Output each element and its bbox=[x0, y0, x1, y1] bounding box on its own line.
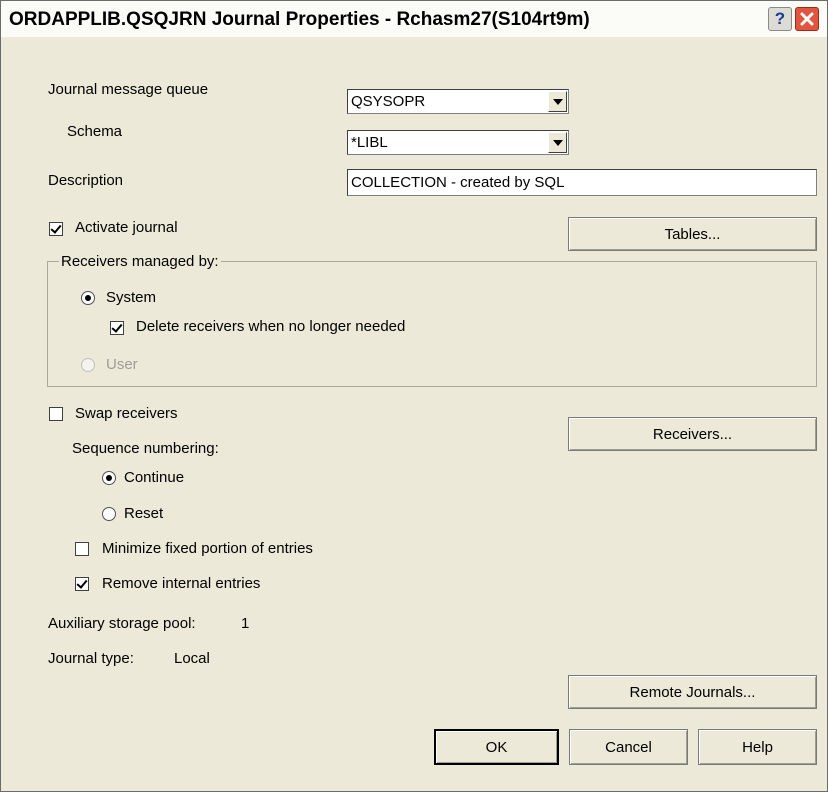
description-label: Description bbox=[48, 172, 124, 189]
question-icon: ? bbox=[774, 9, 786, 28]
description-value: COLLECTION - created by SQL bbox=[351, 174, 565, 191]
delete-receivers-checkbox[interactable] bbox=[110, 321, 124, 335]
user-radio-label: User bbox=[106, 356, 138, 373]
description-input[interactable]: COLLECTION - created by SQL bbox=[347, 169, 817, 196]
schema-label: Schema bbox=[67, 123, 123, 140]
auxiliary-storage-pool-value: 1 bbox=[241, 615, 250, 632]
help-question-button[interactable]: ? bbox=[768, 7, 792, 31]
schema-combo[interactable]: *LIBL bbox=[347, 130, 569, 155]
journal-type-label: Journal type: bbox=[48, 650, 134, 667]
activate-journal-checkbox[interactable] bbox=[49, 222, 63, 236]
tables-button[interactable]: Tables... bbox=[568, 217, 817, 251]
journal-message-queue-label: Journal message queue bbox=[48, 81, 209, 98]
system-radio-label: System bbox=[106, 289, 157, 306]
journal-message-queue-value: QSYSOPR bbox=[351, 93, 426, 110]
chevron-down-icon[interactable] bbox=[548, 91, 567, 112]
close-icon bbox=[800, 12, 814, 26]
ok-button[interactable]: OK bbox=[434, 729, 559, 765]
remove-internal-label: Remove internal entries bbox=[102, 575, 261, 592]
swap-receivers-label: Swap receivers bbox=[75, 405, 178, 422]
user-radio[interactable] bbox=[81, 358, 95, 372]
minimize-fixed-label: Minimize fixed portion of entries bbox=[102, 540, 313, 557]
window-title: ORDAPPLIB.QSQJRN Journal Properties - Rc… bbox=[9, 9, 590, 30]
auxiliary-storage-pool-label: Auxiliary storage pool: bbox=[48, 615, 196, 632]
journal-properties-dialog: ORDAPPLIB.QSQJRN Journal Properties - Rc… bbox=[0, 0, 828, 792]
reset-radio[interactable] bbox=[102, 507, 116, 521]
remote-journals-button[interactable]: Remote Journals... bbox=[568, 675, 817, 709]
title-bar: ORDAPPLIB.QSQJRN Journal Properties - Rc… bbox=[1, 1, 827, 37]
help-button[interactable]: Help bbox=[698, 729, 817, 765]
close-button[interactable] bbox=[795, 7, 819, 31]
chevron-down-icon[interactable] bbox=[548, 132, 567, 153]
reset-radio-label: Reset bbox=[124, 505, 164, 522]
system-radio[interactable] bbox=[81, 291, 95, 305]
delete-receivers-label: Delete receivers when no longer needed bbox=[136, 318, 406, 335]
continue-radio[interactable] bbox=[102, 471, 116, 485]
swap-receivers-checkbox[interactable] bbox=[49, 407, 63, 421]
remove-internal-checkbox[interactable] bbox=[75, 577, 89, 591]
minimize-fixed-checkbox[interactable] bbox=[75, 542, 89, 556]
journal-message-queue-combo[interactable]: QSYSOPR bbox=[347, 89, 569, 114]
receivers-button[interactable]: Receivers... bbox=[568, 417, 817, 451]
continue-radio-label: Continue bbox=[124, 469, 185, 486]
journal-type-value: Local bbox=[174, 650, 210, 667]
sequence-numbering-label: Sequence numbering: bbox=[72, 440, 219, 457]
schema-value: *LIBL bbox=[351, 134, 388, 151]
receivers-group-label: Receivers managed by: bbox=[59, 253, 221, 270]
activate-journal-label: Activate journal bbox=[75, 219, 178, 236]
dialog-body: Journal message queue QSYSOPR Schema *LI… bbox=[1, 37, 827, 791]
cancel-button[interactable]: Cancel bbox=[569, 729, 688, 765]
